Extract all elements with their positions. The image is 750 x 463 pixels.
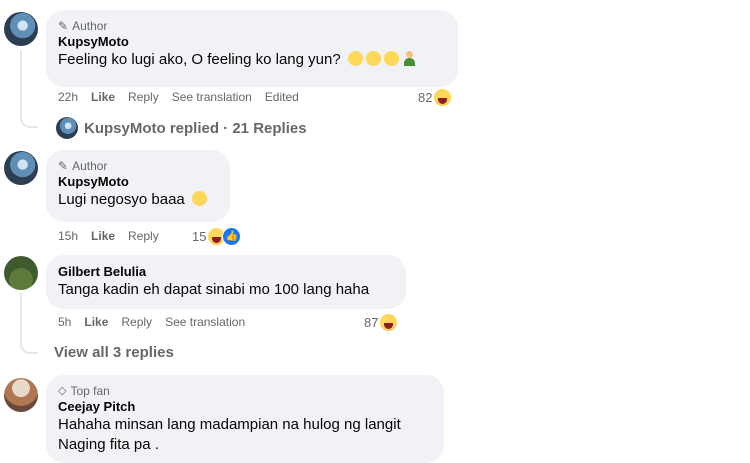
reaction-count: 15 <box>192 228 207 244</box>
comment-author-name[interactable]: Ceejay Pitch <box>58 398 432 415</box>
comment-text-line: Hahaha minsan lang madampian na hulog ng… <box>58 416 401 433</box>
pencil-icon: ✎ <box>58 158 69 173</box>
avatar[interactable] <box>4 378 38 412</box>
comment-text-line: Naging fita pa . <box>58 436 159 453</box>
like-button[interactable]: Like <box>84 315 108 329</box>
timestamp[interactable]: 22h <box>58 90 78 104</box>
comment-bubble: ✎ Author KupsyMoto Feeling ko lugi ako, … <box>46 10 458 87</box>
see-translation-link[interactable]: See translation <box>165 315 245 329</box>
reaction-count: 87 <box>364 314 379 330</box>
see-translation-link[interactable]: See translation <box>172 90 252 104</box>
thread-connector <box>20 340 38 354</box>
view-replies-link[interactable]: View all 3 replies <box>54 344 174 361</box>
author-badge: ✎ Author <box>58 18 446 33</box>
like-button[interactable]: Like <box>91 90 115 104</box>
comment-text: Lugi negosyo baaa <box>58 190 218 210</box>
comment-text-content: Lugi negosyo baaa <box>58 191 185 208</box>
haha-reaction-icon <box>433 87 453 107</box>
rolling-eyes-emoji-icon <box>383 51 399 66</box>
comment-text-content: Feeling ko lugi ako, O feeling ko lang y… <box>58 51 341 68</box>
thread-line <box>20 293 22 341</box>
avatar[interactable] <box>4 12 38 46</box>
pencil-icon: ✎ <box>58 18 69 33</box>
comment-author-name[interactable]: Gilbert Belulia <box>58 263 394 280</box>
like-reaction-icon: 👍 <box>222 226 242 246</box>
comment-author-name[interactable]: KupsyMoto <box>58 33 446 50</box>
diamond-icon: ◇ <box>58 385 67 397</box>
person-emoji-icon <box>402 51 417 66</box>
comment-actions: 15h Like Reply <box>58 228 172 244</box>
badge-label: Author <box>72 18 108 33</box>
comment-bubble: Gilbert Belulia Tanga kadin eh dapat sin… <box>46 255 406 309</box>
like-button[interactable]: Like <box>91 229 115 243</box>
author-badge: ✎ Author <box>58 158 218 173</box>
edited-label[interactable]: Edited <box>265 90 299 104</box>
badge-label: Top fan <box>70 383 110 398</box>
reaction-summary[interactable]: 82 <box>418 87 453 107</box>
avatar[interactable] <box>4 151 38 185</box>
haha-reaction-icon <box>379 312 399 332</box>
avatar <box>56 117 78 139</box>
avatar[interactable] <box>4 256 38 290</box>
replies-summary-text: KupsyMoto replied · 21 Replies <box>84 119 307 137</box>
grinning-emoji-icon <box>347 51 363 66</box>
comment-text: Tanga kadin eh dapat sinabi mo 100 lang … <box>58 281 370 298</box>
reaction-count: 82 <box>418 89 433 105</box>
top-fan-badge: ◇ Top fan <box>58 383 432 398</box>
timestamp[interactable]: 5h <box>58 315 71 329</box>
badge-label: Author <box>72 158 108 173</box>
grinning-emoji-icon <box>365 51 381 66</box>
reaction-summary[interactable]: 87 <box>364 312 399 332</box>
thread-connector <box>20 114 38 128</box>
comment-text: Feeling ko lugi ako, O feeling ko lang y… <box>58 50 446 70</box>
comment-author-name[interactable]: KupsyMoto <box>58 173 218 190</box>
comment-bubble: ◇ Top fan Ceejay Pitch Hahaha minsan lan… <box>46 375 444 463</box>
reply-button[interactable]: Reply <box>121 315 152 329</box>
rolling-eyes-emoji-icon <box>191 191 207 206</box>
reply-button[interactable]: Reply <box>128 229 159 243</box>
reply-button[interactable]: Reply <box>128 90 159 104</box>
thread-line <box>20 50 22 116</box>
reaction-summary[interactable]: 15 👍 <box>192 226 242 246</box>
comment-bubble: ✎ Author KupsyMoto Lugi negosyo baaa <box>46 150 230 222</box>
comment-actions: 5h Like Reply See translation <box>58 314 258 330</box>
replies-summary[interactable]: KupsyMoto replied · 21 Replies <box>56 117 307 139</box>
timestamp[interactable]: 15h <box>58 229 78 243</box>
comment-actions: 22h Like Reply See translation Edited <box>58 89 312 105</box>
